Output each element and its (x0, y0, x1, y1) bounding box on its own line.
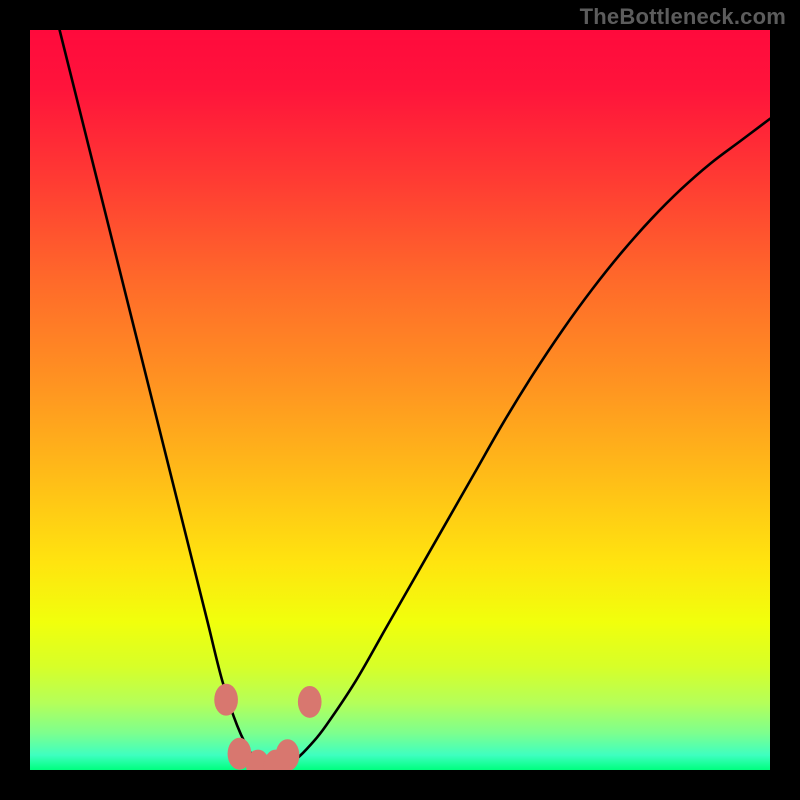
curve-marker-0 (214, 684, 238, 716)
chart-plot-area (30, 30, 770, 770)
bottleneck-curve-path (60, 30, 770, 770)
curve-marker-1 (228, 738, 252, 770)
watermark-text: TheBottleneck.com (580, 4, 786, 30)
bottleneck-chart-svg (30, 30, 770, 770)
curve-marker-3 (264, 750, 288, 770)
curve-markers-group (214, 684, 321, 770)
curve-marker-4 (276, 739, 300, 770)
curve-marker-5 (298, 686, 322, 718)
curve-marker-2 (246, 750, 270, 770)
